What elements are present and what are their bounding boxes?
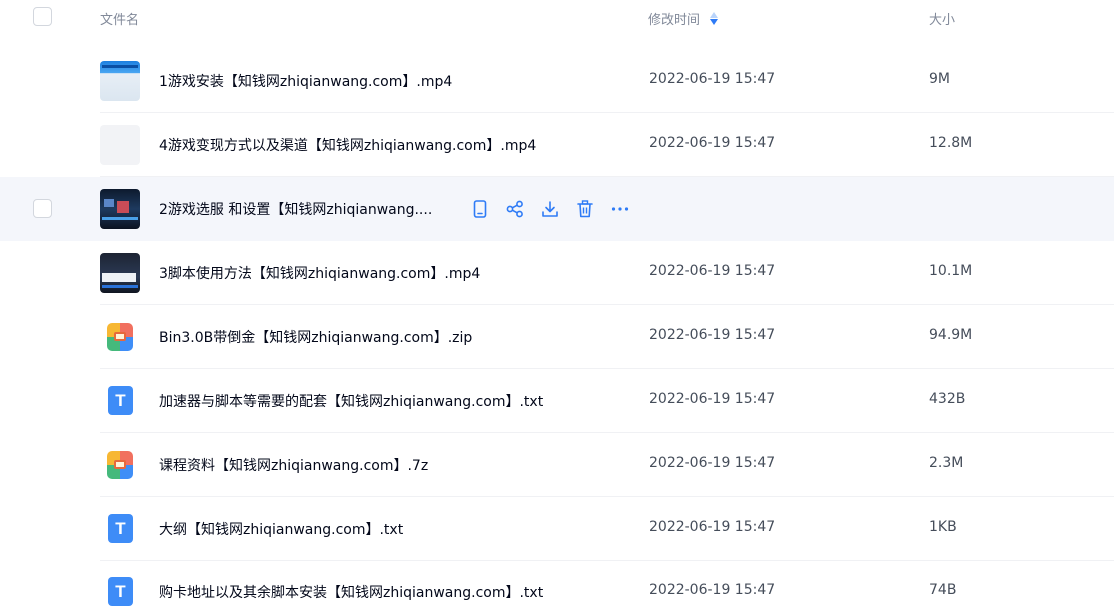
file-size: 1KB bbox=[929, 519, 957, 535]
file-size: 74B bbox=[929, 582, 957, 598]
list-header: 文件名 修改时间 大小 bbox=[0, 0, 1114, 36]
share-icon[interactable] bbox=[505, 199, 525, 219]
file-row[interactable]: T 大纲【知钱网zhiqianwang.com】.txt 2022-06-19 … bbox=[0, 497, 1114, 561]
file-name[interactable]: Bin3.0B带倒金【知钱网zhiqianwang.com】.zip bbox=[159, 327, 472, 347]
video-thumbnail bbox=[100, 61, 140, 101]
column-header-size[interactable]: 大小 bbox=[929, 9, 955, 28]
file-size: 2.3M bbox=[929, 455, 964, 471]
file-list: 文件名 修改时间 大小 1游戏安装【知钱网zhiqianwang.com】.mp… bbox=[0, 0, 1114, 615]
file-modified-time: 2022-06-19 15:47 bbox=[649, 391, 776, 407]
file-name[interactable]: 3脚本使用方法【知钱网zhiqianwang.com】.mp4 bbox=[159, 263, 480, 283]
more-icon[interactable] bbox=[610, 199, 630, 219]
video-thumbnail bbox=[100, 125, 140, 165]
file-modified-time: 2022-06-19 15:47 bbox=[649, 71, 776, 87]
select-all-checkbox[interactable] bbox=[33, 7, 52, 26]
zip-icon bbox=[107, 323, 133, 351]
delete-icon[interactable] bbox=[575, 199, 595, 219]
file-size: 432B bbox=[929, 391, 966, 407]
file-size: 9M bbox=[929, 71, 950, 87]
download-icon[interactable] bbox=[540, 199, 560, 219]
file-row[interactable]: 1游戏安装【知钱网zhiqianwang.com】.mp4 2022-06-19… bbox=[0, 49, 1114, 113]
file-size: 94.9M bbox=[929, 327, 973, 343]
file-name[interactable]: 加速器与脚本等需要的配套【知钱网zhiqianwang.com】.txt bbox=[159, 391, 543, 411]
video-thumbnail bbox=[100, 253, 140, 293]
file-size: 12.8M bbox=[929, 135, 973, 151]
file-row[interactable]: T 购卡地址以及其余脚本安装【知钱网zhiqianwang.com】.txt 2… bbox=[0, 560, 1114, 615]
file-name[interactable]: 2游戏选服 和设置【知钱网zhiqianwang.... bbox=[159, 199, 432, 219]
file-row[interactable]: 4游戏变现方式以及渠道【知钱网zhiqianwang.com】.mp4 2022… bbox=[0, 113, 1114, 177]
sort-icon[interactable] bbox=[710, 11, 719, 26]
file-name[interactable]: 4游戏变现方式以及渠道【知钱网zhiqianwang.com】.mp4 bbox=[159, 135, 536, 155]
column-header-time[interactable]: 修改时间 bbox=[648, 9, 719, 28]
file-name[interactable]: 1游戏安装【知钱网zhiqianwang.com】.mp4 bbox=[159, 71, 452, 91]
file-name[interactable]: 大纲【知钱网zhiqianwang.com】.txt bbox=[159, 519, 403, 539]
txt-icon: T bbox=[108, 577, 133, 606]
file-modified-time: 2022-06-19 15:47 bbox=[649, 582, 776, 598]
phone-icon[interactable] bbox=[470, 199, 490, 219]
file-modified-time: 2022-06-19 15:47 bbox=[649, 327, 776, 343]
file-row-hovered[interactable]: 2游戏选服 和设置【知钱网zhiqianwang.... bbox=[0, 177, 1114, 241]
file-row[interactable]: 课程资料【知钱网zhiqianwang.com】.7z 2022-06-19 1… bbox=[0, 433, 1114, 497]
file-row[interactable]: T 加速器与脚本等需要的配套【知钱网zhiqianwang.com】.txt 2… bbox=[0, 369, 1114, 433]
row-actions bbox=[470, 199, 645, 219]
file-name[interactable]: 课程资料【知钱网zhiqianwang.com】.7z bbox=[159, 455, 428, 475]
video-thumbnail bbox=[100, 189, 140, 229]
file-modified-time: 2022-06-19 15:47 bbox=[649, 519, 776, 535]
column-header-time-label: 修改时间 bbox=[648, 13, 701, 28]
row-checkbox[interactable] bbox=[33, 199, 52, 218]
file-modified-time: 2022-06-19 15:47 bbox=[649, 263, 776, 279]
file-name[interactable]: 购卡地址以及其余脚本安装【知钱网zhiqianwang.com】.txt bbox=[159, 582, 543, 602]
file-modified-time: 2022-06-19 15:47 bbox=[649, 455, 776, 471]
txt-icon: T bbox=[108, 386, 133, 415]
file-row[interactable]: 3脚本使用方法【知钱网zhiqianwang.com】.mp4 2022-06-… bbox=[0, 241, 1114, 305]
column-header-name[interactable]: 文件名 bbox=[100, 9, 139, 28]
txt-icon: T bbox=[108, 514, 133, 543]
file-modified-time: 2022-06-19 15:47 bbox=[649, 135, 776, 151]
file-size: 10.1M bbox=[929, 263, 973, 279]
zip-icon bbox=[107, 451, 133, 479]
file-row[interactable]: Bin3.0B带倒金【知钱网zhiqianwang.com】.zip 2022-… bbox=[0, 305, 1114, 369]
